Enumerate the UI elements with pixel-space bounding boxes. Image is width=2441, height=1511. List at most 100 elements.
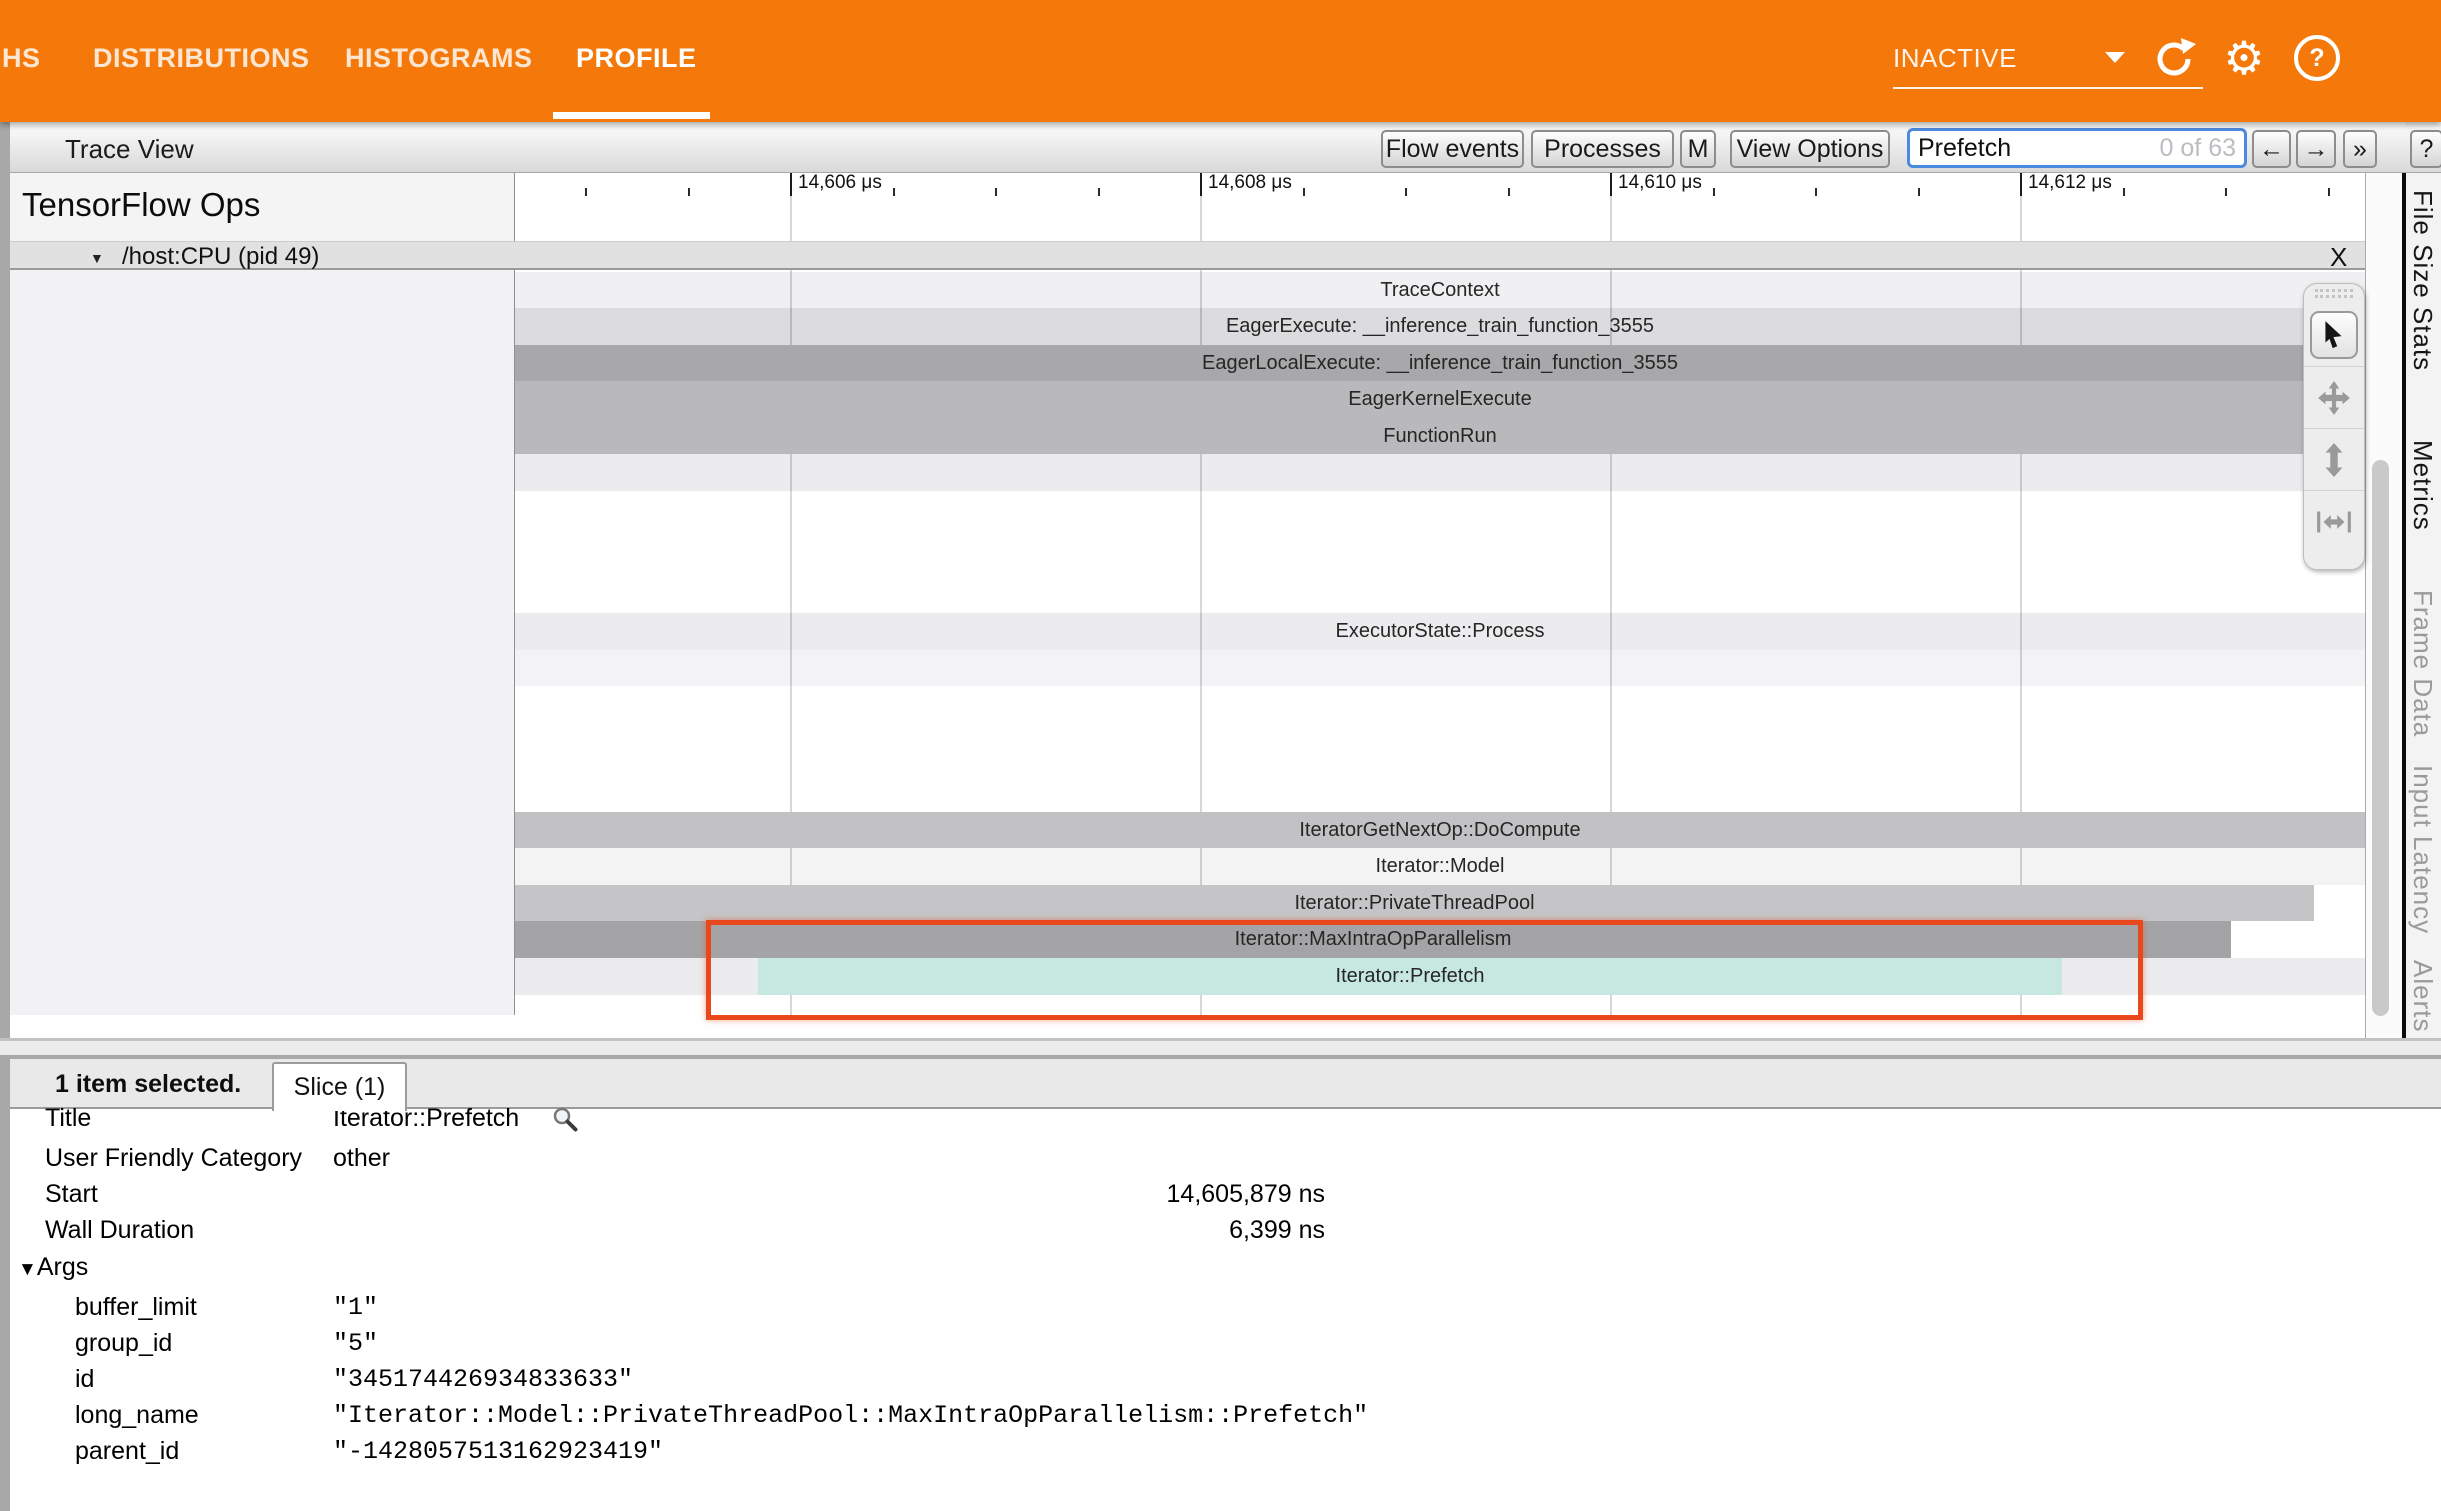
sidebar-tab-metrics[interactable]: Metrics bbox=[2407, 440, 2438, 531]
minor-tick bbox=[1508, 188, 1510, 196]
span-eager-local-execute[interactable]: EagerLocalExecute: __inference_train_fun… bbox=[515, 345, 2365, 381]
close-process-button[interactable]: X bbox=[2330, 242, 2347, 273]
window-left-border bbox=[0, 122, 10, 1511]
arg-value: "-1428057513162923419" bbox=[333, 1437, 663, 1466]
timeline-ruler[interactable]: 14,606 μs 14,608 μs 14,610 μs 14,612 μs bbox=[515, 172, 2365, 196]
pan-tool-button[interactable] bbox=[2304, 366, 2364, 428]
tick-label: 14,608 μs bbox=[1208, 172, 1292, 194]
span-function-run[interactable]: FunctionRun bbox=[515, 418, 2365, 454]
trace-view-title: Trace View bbox=[65, 126, 194, 172]
minor-tick bbox=[1098, 188, 1100, 196]
process-label: /host:CPU (pid 49) bbox=[122, 243, 319, 271]
scrollbar-thumb[interactable] bbox=[2372, 460, 2389, 1016]
search-result-count: 0 of 63 bbox=[2160, 134, 2236, 163]
timing-tool-button[interactable] bbox=[2304, 490, 2364, 552]
tab-distributions[interactable]: DISTRIBUTIONS bbox=[93, 36, 310, 80]
minor-tick bbox=[1303, 188, 1305, 196]
tab-graphs-partial[interactable]: HS bbox=[2, 36, 41, 80]
tick-label: 14,606 μs bbox=[798, 172, 882, 194]
minor-tick bbox=[2123, 188, 2125, 196]
refresh-icon[interactable] bbox=[2150, 34, 2198, 82]
span-empty-row bbox=[515, 454, 2365, 491]
minor-tick bbox=[585, 188, 587, 196]
vertical-scrollbar[interactable] bbox=[2365, 172, 2403, 1040]
span-executor-state[interactable]: ExecutorState::Process bbox=[515, 613, 2365, 650]
span-iterator-private-thread-pool[interactable]: Iterator::PrivateThreadPool bbox=[515, 885, 2314, 921]
arg-value: "Iterator::Model::PrivateThreadPool::Max… bbox=[333, 1401, 1368, 1430]
trace-viewer-page: HS DISTRIBUTIONS HISTOGRAMS PROFILE INAC… bbox=[0, 0, 2441, 1511]
run-selector-underline bbox=[1893, 87, 2203, 89]
major-tick: 14,608 μs bbox=[1200, 172, 1202, 196]
minor-tick bbox=[893, 188, 895, 196]
thread-list-panel bbox=[10, 270, 515, 1015]
arg-key: buffer_limit bbox=[75, 1293, 197, 1322]
help-icon[interactable]: ? bbox=[2293, 34, 2341, 82]
sidebar-tab-frame-data[interactable]: Frame Data bbox=[2407, 590, 2438, 737]
m-button[interactable]: M bbox=[1680, 130, 1716, 168]
field-value: 6,399 ns bbox=[333, 1216, 1325, 1245]
minor-tick bbox=[1815, 188, 1817, 196]
zoom-tool-button[interactable] bbox=[2304, 428, 2364, 490]
span-empty-row bbox=[515, 650, 2365, 686]
slice-tab[interactable]: Slice (1) bbox=[272, 1062, 407, 1111]
next-match-button[interactable]: → bbox=[2296, 130, 2336, 168]
more-button[interactable]: » bbox=[2343, 130, 2377, 168]
minor-tick bbox=[2328, 188, 2330, 196]
collapse-caret-icon: ▼ bbox=[18, 1259, 37, 1280]
processes-button[interactable]: Processes bbox=[1531, 130, 1674, 168]
search-value: Prefetch bbox=[1918, 134, 2160, 163]
minor-tick bbox=[1713, 188, 1715, 196]
span-iterator-get-next[interactable]: IteratorGetNextOp::DoCompute bbox=[515, 812, 2365, 848]
trace-toolbar: Trace View Flow events Processes M View … bbox=[10, 126, 2441, 173]
trace-help-button[interactable]: ? bbox=[2410, 130, 2441, 168]
help-glyph: ? bbox=[2309, 44, 2324, 73]
arg-key: group_id bbox=[75, 1329, 172, 1358]
sidebar-tab-input-latency[interactable]: Input Latency bbox=[2407, 765, 2438, 934]
span-iterator-model[interactable]: Iterator::Model bbox=[515, 848, 2365, 885]
gear-icon[interactable]: ⚙ bbox=[2220, 34, 2268, 82]
pan-icon bbox=[2316, 380, 2352, 416]
tab-histograms[interactable]: HISTOGRAMS bbox=[345, 36, 533, 80]
palette-grip[interactable] bbox=[2315, 289, 2353, 292]
span-eager-kernel-execute[interactable]: EagerKernelExecute bbox=[515, 381, 2365, 418]
flow-events-button[interactable]: Flow events bbox=[1381, 130, 1524, 168]
app-header: HS DISTRIBUTIONS HISTOGRAMS PROFILE INAC… bbox=[0, 0, 2441, 122]
details-panel: 1 item selected. Slice (1) Title Iterato… bbox=[10, 1059, 2441, 1511]
palette-grip[interactable] bbox=[2315, 295, 2353, 298]
tensorflow-ops-title: TensorFlow Ops bbox=[22, 186, 260, 224]
field-label: Title bbox=[45, 1104, 91, 1133]
search-input[interactable]: Prefetch 0 of 63 bbox=[1907, 128, 2247, 168]
tool-palette bbox=[2303, 283, 2365, 570]
process-header-row[interactable]: ▼ /host:CPU (pid 49) X bbox=[10, 241, 2365, 270]
minor-tick bbox=[688, 188, 690, 196]
magnifier-icon[interactable] bbox=[552, 1106, 579, 1138]
arg-value: "5" bbox=[333, 1329, 378, 1358]
arg-value: "1" bbox=[333, 1293, 378, 1322]
panel-splitter[interactable] bbox=[0, 1038, 2441, 1059]
tab-profile[interactable]: PROFILE bbox=[576, 36, 697, 80]
collapse-caret-icon[interactable]: ▼ bbox=[90, 250, 104, 266]
active-tab-underline bbox=[553, 112, 710, 119]
major-tick: 14,606 μs bbox=[790, 172, 792, 196]
span-trace-context[interactable]: TraceContext bbox=[515, 272, 2365, 308]
field-label: Start bbox=[45, 1180, 98, 1209]
minor-tick bbox=[995, 188, 997, 196]
view-options-button[interactable]: View Options bbox=[1730, 130, 1890, 168]
minor-tick bbox=[2225, 188, 2227, 196]
field-value: 14,605,879 ns bbox=[333, 1180, 1325, 1209]
dropdown-caret-icon bbox=[2105, 52, 2125, 63]
select-tool-button[interactable] bbox=[2304, 304, 2364, 366]
prev-match-button[interactable]: ← bbox=[2252, 130, 2291, 168]
selection-status: 1 item selected. bbox=[55, 1059, 241, 1109]
arg-key: long_name bbox=[75, 1401, 199, 1430]
vertical-arrow-icon bbox=[2323, 443, 2345, 477]
args-section-header[interactable]: ▼Args bbox=[18, 1253, 88, 1282]
span-eager-execute[interactable]: EagerExecute: __inference_train_function… bbox=[515, 308, 2365, 345]
sidebar-tab-alerts[interactable]: Alerts bbox=[2407, 960, 2438, 1032]
cursor-arrow-icon bbox=[2321, 320, 2347, 350]
major-tick: 14,612 μs bbox=[2020, 172, 2022, 196]
sidebar-tab-file-size-stats[interactable]: File Size Stats bbox=[2407, 190, 2438, 371]
args-label: Args bbox=[37, 1253, 88, 1281]
sidebar-divider bbox=[2402, 155, 2406, 1040]
horizontal-span-icon bbox=[2315, 511, 2353, 533]
